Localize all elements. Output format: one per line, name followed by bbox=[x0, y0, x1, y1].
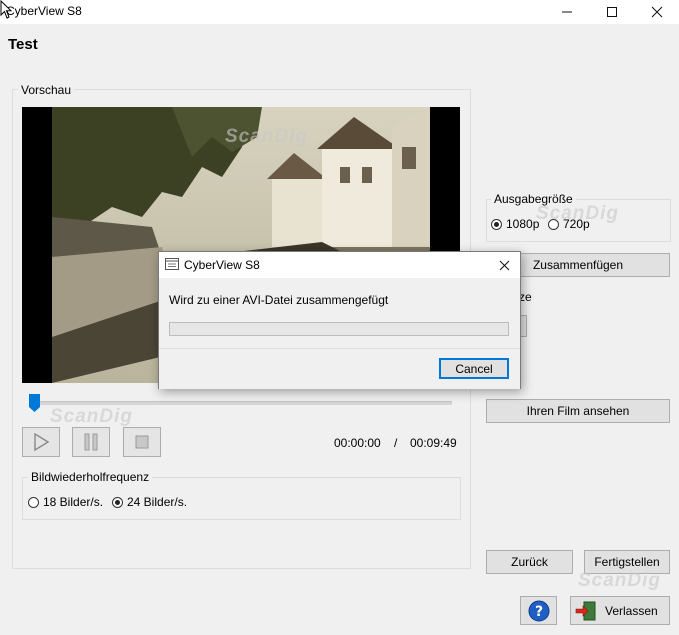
framerate-group-label: Bildwiederholfrequenz bbox=[28, 470, 153, 484]
back-button[interactable]: Zurück bbox=[486, 550, 573, 574]
radio-on-icon bbox=[491, 218, 502, 230]
playback-slider-thumb[interactable] bbox=[29, 394, 40, 412]
close-button[interactable] bbox=[634, 0, 679, 24]
maximize-icon bbox=[607, 7, 617, 17]
exit-button[interactable]: Verlassen bbox=[570, 596, 670, 625]
playback-slider-track[interactable] bbox=[33, 401, 452, 405]
question-icon: ? bbox=[528, 600, 549, 621]
output-1080p-radio[interactable]: 1080p bbox=[491, 217, 539, 231]
dialog-message: Wird zu einer AVI-Datei zusammengefügt bbox=[169, 293, 389, 307]
exit-door-icon bbox=[575, 601, 596, 620]
minimize-button[interactable] bbox=[544, 0, 590, 24]
output-1080p-label: 1080p bbox=[506, 217, 540, 231]
svg-text:?: ? bbox=[534, 604, 542, 620]
close-icon bbox=[499, 260, 510, 270]
radio-on-icon bbox=[112, 496, 123, 508]
maximize-button[interactable] bbox=[589, 0, 635, 24]
dialog-title-bar: CyberView S8 bbox=[159, 252, 520, 278]
minimize-icon bbox=[562, 11, 572, 13]
app-window-icon bbox=[165, 258, 179, 270]
total-time: 00:09:49 bbox=[410, 436, 457, 450]
close-icon bbox=[651, 6, 663, 18]
merge-progress-dialog: CyberView S8 Wird zu einer AVI-Datei zus… bbox=[158, 251, 521, 389]
stop-icon bbox=[135, 435, 149, 449]
watermark: ScanDig bbox=[536, 203, 620, 224]
radio-off-icon bbox=[28, 496, 39, 508]
cancel-button[interactable]: Cancel bbox=[439, 358, 509, 379]
title-bar: CyberView S8 bbox=[0, 0, 679, 24]
current-time: 00:00:00 bbox=[334, 436, 381, 450]
dialog-footer: Cancel bbox=[159, 348, 520, 389]
page-title: Test bbox=[8, 36, 38, 53]
stop-button[interactable] bbox=[123, 427, 161, 457]
dialog-title: CyberView S8 bbox=[184, 258, 260, 272]
time-separator: / bbox=[394, 436, 398, 450]
pause-icon bbox=[84, 433, 98, 451]
preview-group-label: Vorschau bbox=[18, 83, 75, 97]
framerate-18-radio[interactable]: 18 Bilder/s. bbox=[28, 495, 103, 509]
framerate-24-radio[interactable]: 24 Bilder/s. bbox=[112, 495, 187, 509]
watermark: ScanDig bbox=[50, 406, 134, 427]
framerate-18-label: 18 Bilder/s. bbox=[43, 495, 104, 509]
watch-film-button[interactable]: Ihren Film ansehen bbox=[486, 399, 670, 423]
merge-progress-bar bbox=[169, 322, 509, 336]
play-button[interactable] bbox=[22, 427, 60, 457]
watermark: ScanDig bbox=[578, 570, 662, 591]
exit-button-label: Verlassen bbox=[605, 603, 658, 618]
watermark: ScanDig bbox=[225, 126, 309, 147]
pause-button[interactable] bbox=[72, 427, 110, 457]
help-button[interactable]: ? bbox=[520, 596, 557, 625]
mouse-cursor-icon bbox=[0, 0, 13, 19]
framerate-24-label: 24 Bilder/s. bbox=[127, 495, 188, 509]
play-icon bbox=[34, 433, 49, 451]
dialog-close-button[interactable] bbox=[489, 252, 520, 278]
window-title: CyberView S8 bbox=[6, 4, 82, 18]
